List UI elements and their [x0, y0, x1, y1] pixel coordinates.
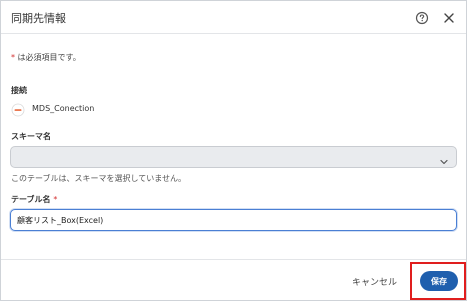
- connection-name: MDS_Conection: [32, 104, 95, 113]
- footer-divider: [1, 259, 466, 260]
- schema-label: スキーマ名: [11, 132, 51, 141]
- table-name-input[interactable]: [10, 209, 457, 231]
- dialog-title: 同期先情報: [11, 12, 66, 25]
- table-name-label-text: テーブル名: [11, 195, 51, 204]
- table-required-star: *: [53, 195, 58, 204]
- required-note-text: は必須項目です。: [15, 53, 81, 62]
- connection-icon: [11, 102, 25, 117]
- required-fields-note: * は必須項目です。: [11, 52, 81, 63]
- table-name-label: テーブル名 *: [11, 194, 57, 205]
- sync-destination-dialog: 同期先情報 * は必須項目です。 接続 MDS_Conection スキーマ名: [0, 0, 467, 301]
- save-button[interactable]: 保存: [420, 271, 458, 291]
- cancel-button[interactable]: キャンセル: [352, 273, 397, 289]
- schema-select[interactable]: [10, 146, 457, 168]
- help-icon[interactable]: [415, 10, 429, 25]
- close-icon[interactable]: [442, 10, 456, 24]
- schema-hint: このテーブルは、スキーマを選択していません。: [11, 174, 187, 183]
- dialog-header: 同期先情報: [1, 1, 466, 34]
- connection-label: 接続: [11, 86, 27, 95]
- chevron-down-icon: [439, 152, 449, 165]
